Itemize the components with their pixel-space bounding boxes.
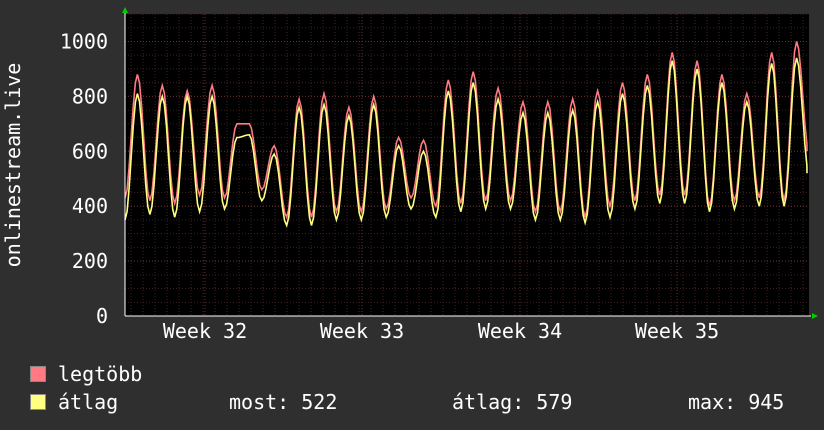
y-tick-label: 800 <box>72 84 108 108</box>
x-tick-label: Week 33 <box>320 319 404 343</box>
x-tick-label: Week 34 <box>478 319 562 343</box>
x-tick-label: Week 35 <box>635 319 719 343</box>
y-tick-label: 400 <box>72 194 108 218</box>
y-tick-label: 1000 <box>60 29 108 53</box>
y-axis-label: onlinestream.live <box>1 63 25 268</box>
y-tick-label: 200 <box>72 249 108 273</box>
y-tick-label: 0 <box>96 304 108 328</box>
x-axis-arrow-icon <box>812 313 818 319</box>
y-tick-label: 600 <box>72 139 108 163</box>
x-tick-label: Week 32 <box>163 319 247 343</box>
chart: 0 200 400 600 800 1000 Week 32 Week 33 Week 34 We… <box>1 7 818 343</box>
y-axis-arrow-icon <box>122 7 128 13</box>
